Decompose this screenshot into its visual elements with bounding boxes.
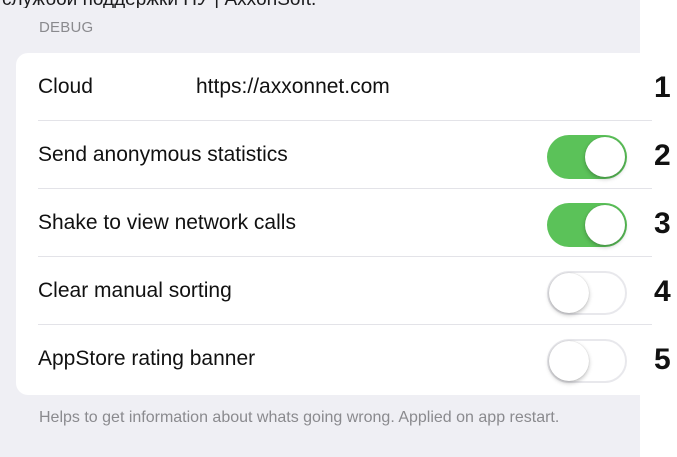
annotation-marker-1: 1 xyxy=(654,71,671,104)
row-label-clear-manual-sorting: Clear manual sorting xyxy=(38,279,232,302)
section-footer-note: Helps to get information about whats goi… xyxy=(39,409,560,426)
annotation-marker-3: 3 xyxy=(654,207,671,240)
debug-settings-group: Cloud https://axxonnet.com Send anonymou… xyxy=(16,53,652,395)
cloud-url-value: https://axxonnet.com xyxy=(196,75,390,98)
settings-screen: службой поддержки ПУ | AxxonSoft. DEBUG … xyxy=(0,0,652,457)
page: службой поддержки ПУ | AxxonSoft. DEBUG … xyxy=(0,0,677,457)
annotation-marker-4: 4 xyxy=(654,275,671,308)
appstore-rating-banner-toggle[interactable] xyxy=(547,339,627,383)
send-anonymous-statistics-toggle[interactable] xyxy=(547,135,627,179)
annotation-marker-5: 5 xyxy=(654,343,671,376)
section-header-debug: DEBUG xyxy=(39,19,94,36)
shake-to-view-network-calls-toggle[interactable] xyxy=(547,203,627,247)
row-label-appstore-rating-banner: AppStore rating banner xyxy=(38,347,256,370)
row-shake-to-view-network-calls: Shake to view network calls xyxy=(16,189,652,257)
row-cloud[interactable]: Cloud https://axxonnet.com xyxy=(16,53,652,121)
row-appstore-rating-banner: AppStore rating banner xyxy=(16,325,652,393)
annotation-marker-2: 2 xyxy=(654,139,671,172)
row-send-anonymous-statistics: Send anonymous statistics xyxy=(16,121,652,189)
toggle-knob xyxy=(585,137,625,177)
row-label-send-anonymous-statistics: Send anonymous statistics xyxy=(38,143,288,166)
toggle-knob xyxy=(549,273,589,313)
row-clear-manual-sorting: Clear manual sorting xyxy=(16,257,652,325)
toggle-knob xyxy=(585,205,625,245)
cropped-heading-text: службой поддержки ПУ | AxxonSoft. xyxy=(0,0,642,8)
row-label-shake-to-view-network-calls: Shake to view network calls xyxy=(38,211,296,234)
row-label-cloud: Cloud xyxy=(38,75,93,98)
clear-manual-sorting-toggle[interactable] xyxy=(547,271,627,315)
toggle-knob xyxy=(549,341,589,381)
